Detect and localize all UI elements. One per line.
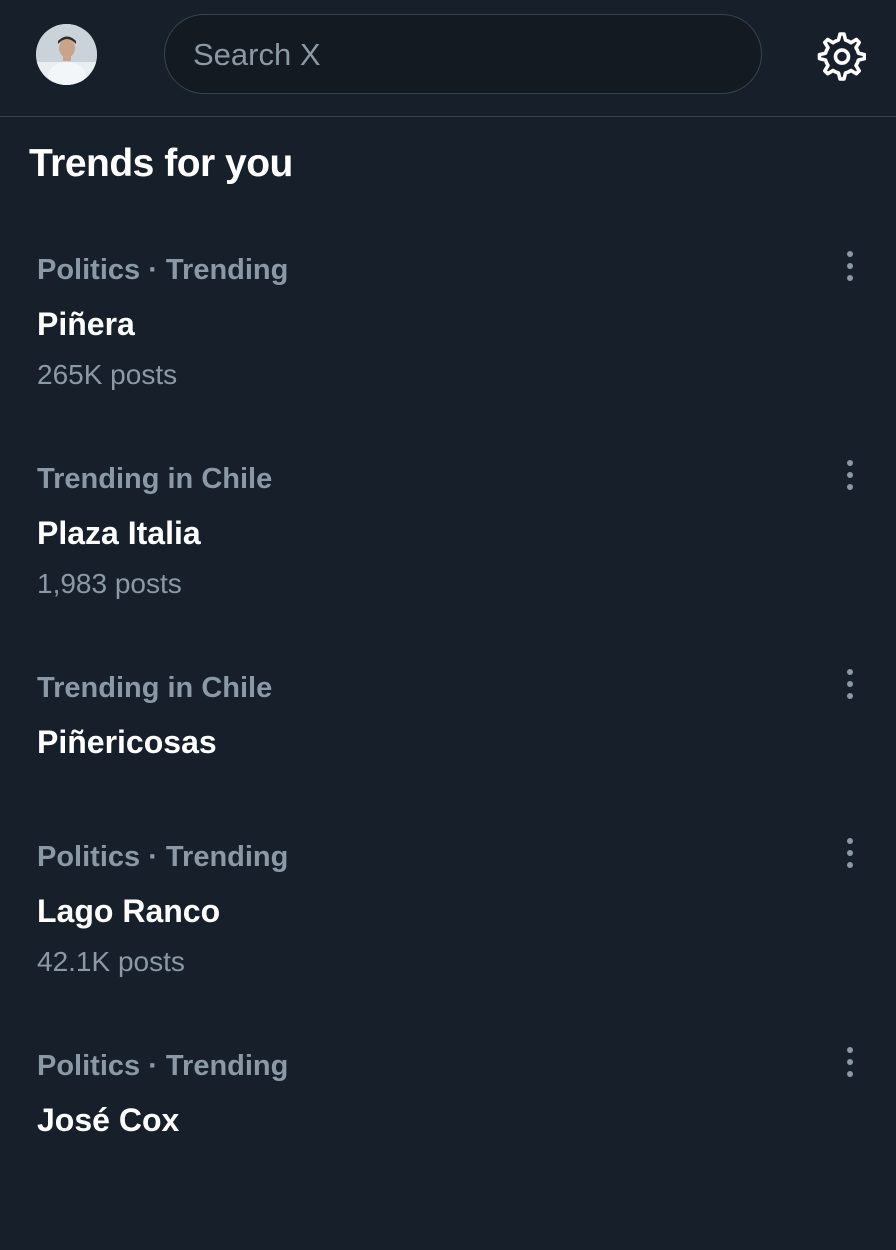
trend-item[interactable]: Politics · Trending Piñera 265K posts [0, 251, 896, 454]
trend-name[interactable]: Piñera [37, 306, 135, 343]
trend-context: Politics · Trending [37, 841, 289, 873]
search-input[interactable] [191, 15, 735, 95]
trend-context: Trending in Chile [37, 463, 273, 495]
more-options-icon[interactable] [836, 664, 864, 708]
trend-post-count: 265K posts [37, 359, 178, 390]
trend-name[interactable]: José Cox [37, 1102, 179, 1139]
trend-item[interactable]: Trending in Chile Plaza Italia 1,983 pos… [0, 460, 896, 663]
section-title: Trends for you [29, 142, 293, 185]
trend-name[interactable]: Lago Ranco [37, 893, 220, 930]
top-bar [0, 0, 896, 117]
trend-name[interactable]: Plaza Italia [37, 515, 201, 552]
trend-item[interactable]: Politics · Trending José Cox [0, 1047, 896, 1250]
more-options-icon[interactable] [836, 246, 864, 290]
more-options-icon[interactable] [836, 455, 864, 499]
trend-item[interactable]: Politics · Trending Lago Ranco 42.1K pos… [0, 838, 896, 1041]
avatar[interactable] [36, 24, 97, 85]
gear-icon[interactable] [814, 30, 866, 82]
more-options-icon[interactable] [836, 833, 864, 877]
trend-post-count: 42.1K posts [37, 946, 185, 977]
trend-name[interactable]: Piñericosas [37, 724, 217, 761]
trend-post-count: 1,983 posts [37, 568, 182, 599]
trend-context: Politics · Trending [37, 1050, 289, 1082]
search-box[interactable] [164, 14, 762, 95]
trend-context: Trending in Chile [37, 672, 273, 704]
trend-context: Politics · Trending [37, 254, 289, 286]
more-options-icon[interactable] [836, 1042, 864, 1086]
